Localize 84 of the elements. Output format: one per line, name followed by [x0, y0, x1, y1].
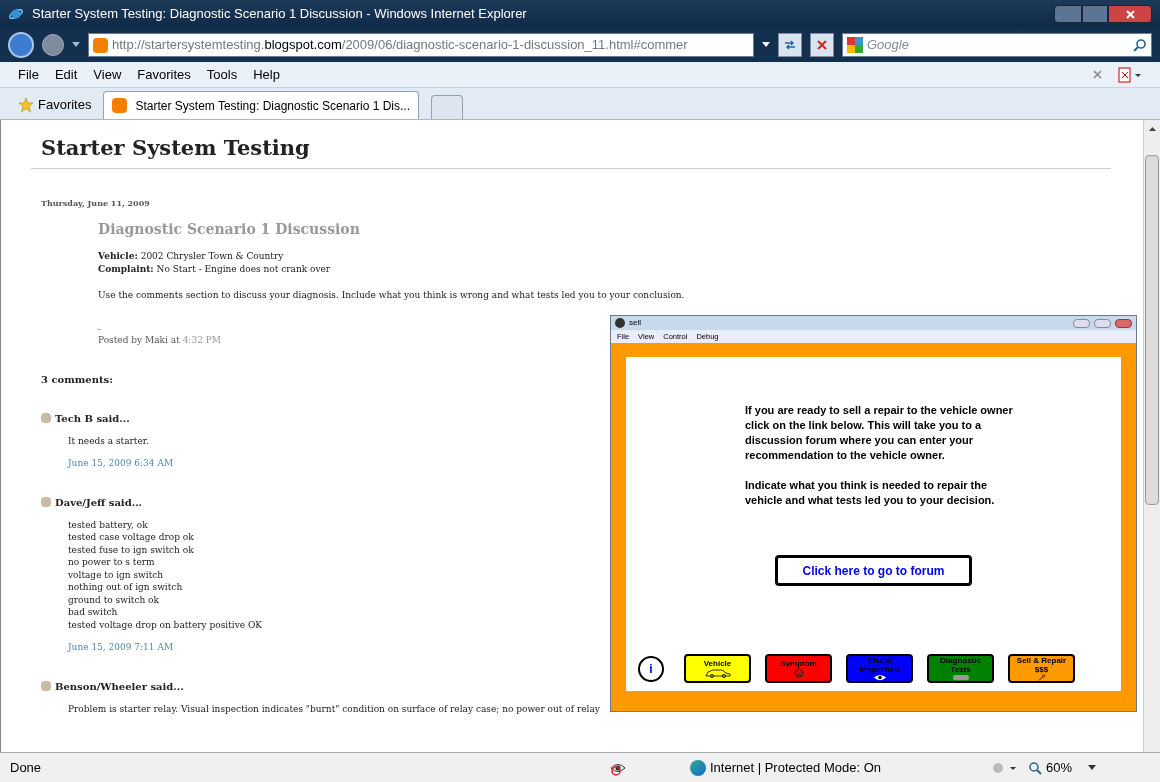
post-text: Complaint: No Start - Engine does not crank over — [98, 262, 332, 276]
back-button[interactable] — [8, 32, 34, 58]
info-button[interactable]: i — [638, 655, 664, 682]
comment-text: tested voltage drop on battery positive OK — [68, 618, 263, 631]
search-field[interactable]: Google — [842, 33, 1152, 57]
site-icon — [112, 98, 128, 113]
pdf-icon[interactable] — [1118, 66, 1142, 83]
favorites-label[interactable]: Favorites — [38, 95, 92, 115]
blog-title: Starter System Testing — [31, 132, 1111, 169]
comment-text: no power to s term — [68, 556, 155, 569]
comment-text: voltage to ign switch — [68, 568, 164, 581]
menu-item[interactable]: File — [18, 64, 39, 85]
comment-author: Benson/Wheeler said... — [55, 679, 184, 694]
scroll-thumb[interactable] — [1145, 155, 1159, 505]
instruction-text: Indicate what you think is needed to repair the vehicle and what tests led you to your decision. — [745, 478, 996, 508]
forward-button[interactable] — [42, 34, 64, 56]
commenter-avatar-icon — [41, 413, 51, 423]
zoom-level[interactable]: 60% — [1046, 757, 1073, 778]
comment-text: tested case voltage drop ok — [68, 531, 194, 544]
address-field[interactable]: http://startersystemtesting.blogspot.com/2009/06/diagnostic-scenario-1-discussion_11.html#commer — [88, 33, 754, 57]
comment-text: ground to switch ok — [68, 593, 159, 606]
comment-text: bad switch — [68, 606, 118, 619]
menu-item[interactable]: Edit — [54, 64, 78, 85]
comment-author: Tech B said... — [55, 411, 130, 426]
close-icon[interactable] — [1093, 70, 1102, 79]
close-icon — [1125, 9, 1135, 19]
comment-text: nothing out of ign switch — [68, 581, 183, 594]
comment-text: tested fuse to ign switch ok — [68, 543, 194, 556]
comment-author: Dave/Jeff said... — [55, 495, 143, 510]
caret-icon[interactable] — [72, 42, 80, 48]
comment-timestamp[interactable]: June 15, 2009 6:34 AM — [68, 457, 174, 471]
refresh-icon — [783, 40, 797, 50]
search-engine-icon — [847, 37, 863, 53]
instruction-text: If you are ready to sell a repair to the vehicle owner click on the link below. This will take you to a discussion forum where you can enter your recommendation to the vehicle owner. — [745, 403, 1014, 463]
comment-timestamp[interactable]: June 15, 2009 7:11 AM — [68, 641, 174, 655]
comments-heading: 3 comments: — [41, 372, 114, 387]
nav-button[interactable]: Symptom — [765, 654, 832, 683]
menu-item[interactable]: Tools — [206, 64, 238, 85]
search-icon[interactable] — [1133, 38, 1147, 52]
comment-text: Problem is starter relay. Visual inspection indicates "burnt" condition on surface of relay case; no power out of relay — [68, 702, 600, 715]
star-icon — [18, 97, 34, 113]
face-icon — [793, 668, 804, 678]
comment-text: tested battery, ok — [68, 518, 148, 531]
menu-item[interactable]: Favorites — [137, 64, 191, 85]
maximize-button[interactable] — [1082, 5, 1108, 23]
post-date: Thursday, June 11, 2009 — [41, 196, 151, 209]
post-title: Diagnostic Scenario 1 Discussion — [98, 219, 361, 239]
security-zone: Internet | Protected Mode: On — [710, 758, 882, 777]
minimize-button[interactable] — [1073, 318, 1090, 328]
commenter-avatar-icon — [41, 497, 51, 507]
commenter-avatar-icon — [41, 681, 51, 691]
browser-tab[interactable]: Starter System Testing: Diagnostic Scenario 1 Dis... — [103, 91, 420, 119]
url-text: http://startersystemtesting.blogspot.com/2009/06/diagnostic-scenario-1-discussion_11.html#commer — [112, 36, 688, 55]
eye-icon — [871, 674, 888, 681]
site-icon — [93, 37, 108, 53]
tester-icon — [950, 674, 971, 681]
close-icon — [817, 40, 827, 50]
car-icon — [704, 668, 731, 678]
stop-button[interactable] — [810, 33, 834, 57]
post-footer: Posted by Maki at 4:32 PM — [98, 334, 221, 348]
forum-button[interactable]: Click here to go to forum — [775, 555, 972, 586]
scroll-up-icon[interactable] — [1148, 126, 1156, 131]
globe-icon — [690, 759, 706, 776]
post-text: Vehicle: 2002 Chrysler Town & Country — [98, 249, 285, 263]
menu-item[interactable]: View — [93, 64, 122, 85]
search-input[interactable]: Google — [867, 35, 1129, 55]
separator-dash: - — [98, 326, 101, 334]
maximize-button[interactable] — [1094, 318, 1111, 328]
flash-window-title: sell — [629, 317, 641, 329]
close-button[interactable] — [1108, 5, 1152, 23]
caret-icon[interactable] — [762, 42, 770, 48]
menu-item[interactable]: Help — [253, 64, 280, 85]
nav-button[interactable]: Sell & Repair $$$ — [1008, 654, 1075, 683]
minimize-button[interactable] — [1054, 5, 1082, 23]
browser-logo-icon — [8, 6, 24, 22]
zoom-icon — [1028, 760, 1042, 775]
nav-button[interactable]: Vehicle — [684, 654, 751, 683]
status-text: Done — [9, 758, 43, 777]
window-title: Starter System Testing: Diagnostic Scenario 1 Discussion - Windows Internet Explorer — [32, 5, 528, 24]
comment-text: It needs a starter. — [68, 434, 149, 447]
refresh-button[interactable] — [778, 33, 802, 57]
post-paragraph: Use the comments section to discuss your diagnosis. Include what you think is wrong and what tests led you to your conclusion. — [98, 288, 686, 302]
scrollbar[interactable] — [1143, 120, 1160, 752]
nav-button[interactable]: Diagnostic Tests — [927, 654, 994, 683]
